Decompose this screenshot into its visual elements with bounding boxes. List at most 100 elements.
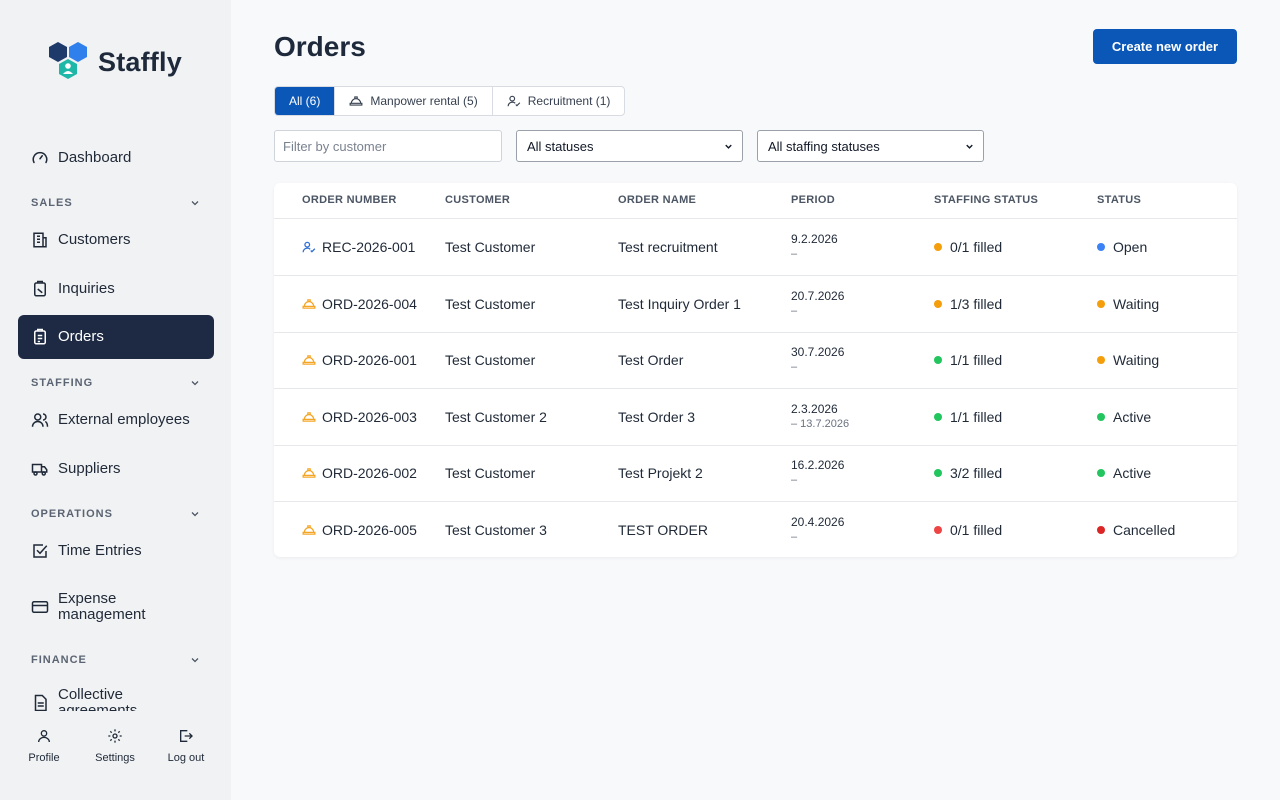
sidebar-item-inquiries[interactable]: Inquiries bbox=[18, 267, 214, 311]
staffing-status-dot bbox=[934, 356, 942, 365]
staffing-status-dot bbox=[934, 243, 942, 251]
customer-cell: Test Customer bbox=[445, 295, 536, 312]
profile-label: Profile bbox=[28, 752, 60, 764]
period-end: – bbox=[791, 304, 798, 317]
sidebar-item-customers[interactable]: Customers bbox=[18, 218, 214, 262]
period-start: 20.4.2026 bbox=[791, 515, 845, 529]
sidebar-item-time-entries[interactable]: Time Entries bbox=[18, 529, 214, 573]
order-name-cell: Test Order 3 bbox=[618, 408, 696, 425]
status-dot bbox=[1097, 243, 1105, 251]
gear-icon bbox=[108, 729, 122, 743]
section-label: SALES bbox=[31, 197, 73, 209]
sidebar-item-label: management bbox=[58, 606, 146, 623]
chevron-down-icon bbox=[725, 144, 732, 149]
tab-manpower-rental[interactable]: Manpower rental (5) bbox=[335, 87, 493, 115]
profile-button[interactable]: Profile bbox=[9, 728, 79, 764]
sidebar-item-orders[interactable]: Orders bbox=[18, 315, 214, 359]
sidebar-item-label: Collective bbox=[58, 686, 124, 703]
order-number-cell: REC-2026-001 bbox=[302, 239, 415, 255]
staffing-status-dot bbox=[934, 469, 942, 478]
settings-label: Settings bbox=[95, 752, 135, 764]
order-number-cell: ORD-2026-001 bbox=[302, 352, 417, 368]
sidebar-item-suppliers[interactable]: Suppliers bbox=[18, 447, 214, 491]
create-order-button[interactable]: Create new order bbox=[1093, 29, 1237, 64]
table-row[interactable]: ORD-2026-002 Test Customer Test Projekt 2 1… bbox=[274, 445, 1237, 503]
status-dot bbox=[1097, 412, 1105, 421]
status-badge: Waiting bbox=[1113, 352, 1160, 369]
sidebar-item-dashboard[interactable]: Dashboard bbox=[18, 136, 214, 180]
status-badge: Cancelled bbox=[1113, 522, 1176, 538]
sidebar-item-label: Suppliers bbox=[58, 460, 121, 477]
section-sales[interactable]: SALES bbox=[31, 197, 201, 209]
staffing-status-cell: 0/1 filled bbox=[934, 239, 1002, 255]
tab-recruitment[interactable]: Recruitment (1) bbox=[493, 87, 625, 115]
sidebar-item-label: Inquiries bbox=[58, 280, 115, 297]
section-operations[interactable]: OPERATIONS bbox=[31, 508, 201, 520]
order-name-cell: Test Inquiry Order 1 bbox=[618, 295, 741, 312]
chevron-down-icon bbox=[191, 658, 199, 663]
tab-label: Manpower rental (5) bbox=[370, 94, 478, 108]
staffing-status-dot bbox=[934, 412, 942, 421]
page-title: Orders bbox=[274, 31, 366, 62]
order-number: ORD-2026-003 bbox=[322, 408, 417, 425]
hard-hat-icon bbox=[302, 523, 316, 537]
settings-button[interactable]: Settings bbox=[80, 728, 150, 764]
logout-button[interactable]: Log out bbox=[151, 728, 221, 764]
sidebar-item-expense-management[interactable]: Expense management bbox=[18, 585, 214, 629]
staffing-status-dot bbox=[934, 526, 942, 534]
staffing-status-text: 1/1 filled bbox=[950, 408, 1003, 425]
table-row[interactable]: REC-2026-001 Test Customer Test recruitmen… bbox=[274, 219, 1237, 276]
section-label: OPERATIONS bbox=[31, 508, 113, 520]
period-end: – bbox=[791, 474, 798, 487]
status-dot bbox=[1097, 469, 1105, 478]
sidebar: Staffly Dashboard SALES Customers Inquir… bbox=[0, 0, 231, 800]
credit-card-icon bbox=[31, 598, 49, 616]
table-row[interactable]: ORD-2026-001 Test Customer Test Order 30.7.… bbox=[274, 332, 1237, 390]
sidebar-item-collective-agreements[interactable]: Collective agreements bbox=[18, 681, 214, 711]
customer-cell: Test Customer bbox=[445, 239, 536, 255]
sidebar-item-label: Customers bbox=[58, 231, 131, 248]
customer-cell: Test Customer bbox=[445, 465, 536, 482]
column-header-order-name[interactable]: ORDER NAME bbox=[618, 194, 696, 206]
table-row[interactable]: ORD-2026-005 Test Customer 3 TEST ORDER 20.… bbox=[274, 502, 1237, 557]
column-header-order-number[interactable]: ORDER NUMBER bbox=[302, 194, 397, 206]
period-end: – bbox=[791, 248, 798, 260]
truck-icon bbox=[31, 460, 49, 478]
users-icon bbox=[31, 411, 49, 429]
order-number-cell: ORD-2026-005 bbox=[302, 522, 417, 538]
staffing-status-text: 3/2 filled bbox=[950, 465, 1003, 482]
app-logo[interactable]: Staffly bbox=[46, 40, 182, 84]
section-label: STAFFING bbox=[31, 377, 94, 389]
staffing-status-dot bbox=[934, 299, 942, 308]
column-header-customer[interactable]: CUSTOMER bbox=[445, 194, 510, 206]
column-header-status[interactable]: STATUS bbox=[1097, 194, 1141, 206]
chevron-down-icon bbox=[191, 381, 199, 386]
table-row[interactable]: ORD-2026-004 Test Customer Test Inquiry Or… bbox=[274, 276, 1237, 333]
status-select-value: All statuses bbox=[527, 138, 594, 154]
order-number: REC-2026-001 bbox=[322, 239, 416, 255]
staffing-status-text: 0/1 filled bbox=[950, 239, 1003, 255]
chevron-down-icon bbox=[191, 512, 199, 517]
status-select[interactable]: All statuses bbox=[516, 130, 743, 162]
table-row[interactable]: ORD-2026-003 Test Customer 2 Test Order 3 2… bbox=[274, 389, 1237, 446]
status-badge: Active bbox=[1113, 408, 1152, 425]
sidebar-item-label: External employees bbox=[58, 411, 190, 428]
staffing-status-cell: 3/2 filled bbox=[934, 465, 1002, 481]
sidebar-item-label: Dashboard bbox=[58, 149, 132, 166]
staffing-status-select[interactable]: All staffing statuses bbox=[757, 130, 984, 162]
customer-cell: Test Customer bbox=[445, 352, 536, 369]
column-header-period[interactable]: PERIOD bbox=[791, 194, 835, 206]
section-finance[interactable]: FINANCE bbox=[31, 654, 201, 666]
tab-all[interactable]: All (6) bbox=[275, 87, 336, 115]
hard-hat-icon bbox=[302, 353, 316, 367]
chevron-down-icon bbox=[191, 201, 199, 206]
sidebar-item-external-employees[interactable]: External employees bbox=[18, 398, 214, 442]
customer-filter-input[interactable] bbox=[274, 130, 502, 162]
status-badge: Open bbox=[1113, 239, 1148, 255]
column-header-staffing-status[interactable]: STAFFING STATUS bbox=[934, 194, 1038, 206]
section-staffing[interactable]: STAFFING bbox=[31, 377, 201, 389]
staffing-status-cell: 1/3 filled bbox=[934, 296, 1002, 312]
hard-hat-icon bbox=[349, 94, 363, 108]
clipboard-icon bbox=[31, 280, 49, 298]
period-start: 16.2.2026 bbox=[791, 458, 845, 473]
